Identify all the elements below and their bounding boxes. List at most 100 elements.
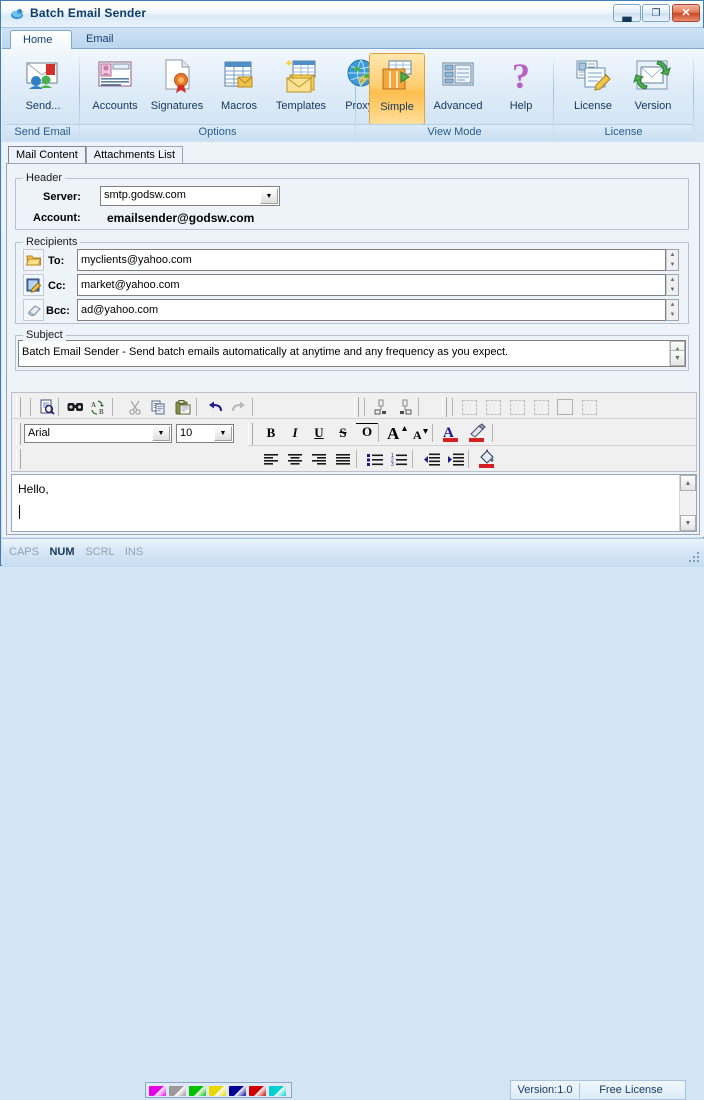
redo-icon [232,401,245,412]
server-combobox[interactable]: smtp.godsw.com ▼ [100,186,280,206]
toolbar-grip[interactable] [16,397,21,417]
toolbar-separator [492,424,493,442]
spinner-down-icon[interactable]: ▼ [667,260,678,270]
spinner-down-icon[interactable]: ▼ [667,285,678,295]
italic-button[interactable]: I [284,423,306,443]
cc-picker-button[interactable] [23,274,44,296]
numbered-list-button[interactable]: 123 [388,449,410,469]
toolbar-separator [356,450,357,468]
align-left-button[interactable] [260,449,282,469]
chevron-down-icon[interactable]: ▼ [152,426,170,441]
toolbar-grip[interactable] [442,397,447,417]
highlight-button[interactable] [466,422,488,442]
ribbon-button-accounts[interactable]: Accounts [84,53,146,123]
cut-button[interactable] [124,397,146,417]
toolbar-grip[interactable] [248,423,253,445]
fill-color-button[interactable] [476,448,498,468]
body-scrollbar[interactable]: ▲ ▼ [679,475,696,531]
border-all-button[interactable] [554,397,576,417]
cc-input[interactable] [77,274,666,296]
to-picker-button[interactable] [23,249,44,271]
message-body-area[interactable]: Hello, ▲ ▼ [11,474,697,532]
bold-button[interactable]: B [260,423,282,443]
spinner-down-icon[interactable]: ▼ [667,310,678,320]
color-swatch-gray[interactable] [169,1086,186,1096]
spinner-up-icon[interactable]: ▲ [667,300,678,310]
to-input[interactable] [77,249,666,271]
insert-anchor-button[interactable] [370,397,392,417]
border-top-button[interactable] [530,397,552,417]
toolbar-grip[interactable] [16,449,21,469]
ribbon-button-macros[interactable]: Macros [208,53,270,123]
minimize-icon: ▃ [622,8,632,22]
subject-field[interactable]: Batch Email Sender - Send batch emails a… [18,340,686,367]
color-palette[interactable] [145,1082,292,1098]
bcc-picker-button[interactable] [23,299,44,321]
chevron-down-icon[interactable]: ▼ [214,426,232,441]
color-swatch-green[interactable] [189,1086,206,1096]
ribbon-button-signatures[interactable]: Signatures [146,53,208,123]
tab-attachments-list[interactable]: Attachments List [85,146,184,164]
font-name-combobox[interactable]: Arial ▼ [24,424,172,443]
border-right-button[interactable] [506,397,528,417]
bcc-input[interactable] [77,299,666,321]
color-swatch-magenta[interactable] [149,1086,166,1096]
color-swatch-red[interactable] [249,1086,266,1096]
underline-button[interactable]: U [308,423,330,443]
ribbon-tab-home[interactable]: Home [10,30,72,49]
undo-button[interactable] [204,397,226,417]
replace-button[interactable]: A B [88,397,110,417]
replace-icon: A B [91,400,104,415]
border-inside-button[interactable] [578,397,600,417]
font-color-button[interactable]: A [440,422,462,442]
find-button[interactable] [64,397,86,417]
copy-button[interactable] [148,397,170,417]
shrink-font-button[interactable]: A [410,423,432,443]
paste-button[interactable] [172,397,194,417]
ribbon-button-advanced[interactable]: Advanced [426,53,490,123]
bullet-list-button[interactable] [364,449,386,469]
ribbon-button-templates[interactable]: Templates [270,53,332,123]
spinner-up-icon[interactable]: ▲ [667,250,678,260]
align-center-button[interactable] [284,449,306,469]
insert-bookmark-button[interactable] [394,397,416,417]
ribbon-button-help[interactable]: ? Help [496,53,546,123]
border-left-button[interactable] [482,397,504,417]
close-button[interactable]: ✕ [672,4,700,22]
ribbon-button-simple[interactable]: Simple [369,53,425,125]
maximize-button[interactable]: ❐ [642,4,670,22]
ribbon-button-license[interactable]: License [564,53,622,123]
align-justify-button[interactable] [332,449,354,469]
resize-grip[interactable] [688,551,701,564]
to-spinner[interactable]: ▲ ▼ [666,249,679,271]
increase-indent-button[interactable] [444,449,466,469]
color-swatch-cyan[interactable] [269,1086,286,1096]
redo-button[interactable] [228,397,250,417]
decrease-indent-button[interactable] [420,449,442,469]
chevron-down-icon[interactable]: ▼ [260,188,278,204]
bcc-spinner[interactable]: ▲ ▼ [666,299,679,321]
cc-spinner[interactable]: ▲ ▼ [666,274,679,296]
toolbar-grip[interactable] [16,423,21,445]
color-swatch-navy[interactable] [229,1086,246,1096]
font-size-combobox[interactable]: 10 ▼ [176,424,234,443]
scroll-up-icon[interactable]: ▲ [680,475,696,491]
toolbar-separator [364,398,365,416]
toolbar-grip[interactable] [354,397,359,417]
print-preview-button[interactable] [36,397,58,417]
ribbon-tab-email[interactable]: Email [74,30,132,49]
strikethrough-button[interactable]: S [332,423,354,443]
align-right-button[interactable] [308,449,330,469]
subject-scrollbar[interactable]: ▲ ▼ [669,341,685,366]
scroll-down-icon[interactable]: ▼ [670,350,685,366]
border-none-button[interactable] [458,397,480,417]
color-swatch-yellow[interactable] [209,1086,226,1096]
ribbon-button-version[interactable]: Version [624,53,682,123]
scroll-down-icon[interactable]: ▼ [680,515,696,531]
overline-button[interactable]: O [356,423,378,440]
spinner-up-icon[interactable]: ▲ [667,275,678,285]
grow-font-button[interactable]: A [386,421,408,441]
minimize-button[interactable]: ▃ [613,4,641,22]
tab-mail-content[interactable]: Mail Content [8,146,86,164]
ribbon-button-send[interactable]: Send... [12,53,74,123]
